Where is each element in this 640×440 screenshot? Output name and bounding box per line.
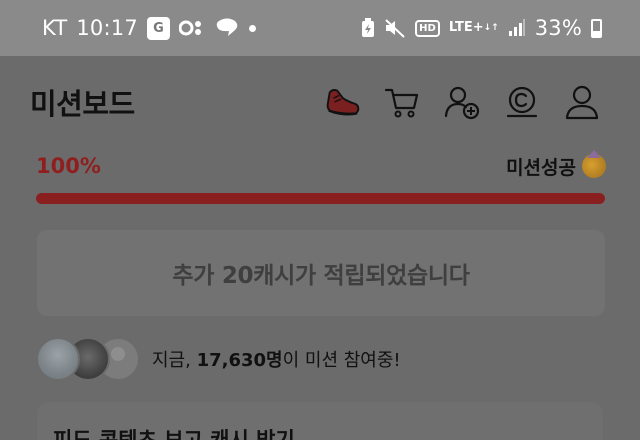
mute-icon bbox=[384, 18, 406, 38]
network-type-label: LTE+ bbox=[448, 20, 484, 35]
signal-strength-icon bbox=[508, 19, 526, 37]
reward-banner-text: 추가 20캐시가 적립되었습니다 bbox=[172, 263, 470, 289]
feed-card-title: 피드 콘텐츠 보고 캐시 받기 bbox=[53, 428, 295, 440]
shoe-icon[interactable] bbox=[324, 84, 360, 120]
participants-row: 지금, 17,630명이 미션 참여중! bbox=[36, 336, 401, 382]
mission-status: 미션성공 bbox=[506, 153, 606, 180]
app-header: 미션보드 bbox=[0, 56, 640, 148]
page-title: 미션보드 bbox=[30, 87, 135, 121]
mission-status-label: 미션성공 bbox=[506, 156, 576, 179]
clock: 10:17 bbox=[76, 16, 138, 40]
header-icon-group bbox=[324, 84, 600, 120]
chat-icon bbox=[214, 18, 240, 38]
feed-mission-card[interactable]: 피드 콘텐츠 보고 캐시 받기 bbox=[37, 402, 603, 440]
avatar bbox=[36, 337, 80, 381]
profile-icon[interactable] bbox=[564, 84, 600, 120]
mission-progress-row: 100% 미션성공 bbox=[36, 150, 606, 182]
progress-bar-fill bbox=[36, 193, 605, 204]
progress-percent: 100% bbox=[36, 154, 101, 178]
participants-prefix: 지금, bbox=[152, 350, 197, 371]
participants-text: 지금, 17,630명이 미션 참여중! bbox=[152, 346, 401, 372]
participants-count: 17,630명 bbox=[196, 350, 283, 371]
cart-icon[interactable] bbox=[384, 84, 420, 120]
hd-voice-icon: HD bbox=[415, 19, 440, 37]
battery-percent: 33% bbox=[534, 16, 582, 40]
battery-icon bbox=[591, 18, 602, 38]
participant-avatars bbox=[36, 336, 146, 382]
party-face-icon bbox=[582, 154, 606, 178]
cash-coin-icon[interactable] bbox=[504, 84, 540, 120]
reward-banner: 추가 20캐시가 적립되었습니다 bbox=[37, 230, 605, 316]
network-type-icon: LTE+ ↓↑ bbox=[448, 20, 499, 35]
progress-bar bbox=[36, 193, 605, 204]
carrier-label: KT bbox=[42, 16, 68, 40]
status-bar-left: KT 10:17 G bbox=[42, 16, 256, 40]
participants-suffix: 이 미션 참여중! bbox=[282, 350, 401, 371]
app-notification-icon: G bbox=[146, 16, 170, 40]
messenger-icon bbox=[178, 19, 205, 37]
more-notifications-dot-icon bbox=[248, 24, 256, 32]
status-bar: KT 10:17 G HD LTE+ ↓↑ 33% bbox=[0, 0, 640, 56]
battery-saver-icon bbox=[361, 18, 375, 38]
status-bar-right: HD LTE+ ↓↑ 33% bbox=[361, 16, 602, 40]
add-friend-icon[interactable] bbox=[444, 84, 480, 120]
